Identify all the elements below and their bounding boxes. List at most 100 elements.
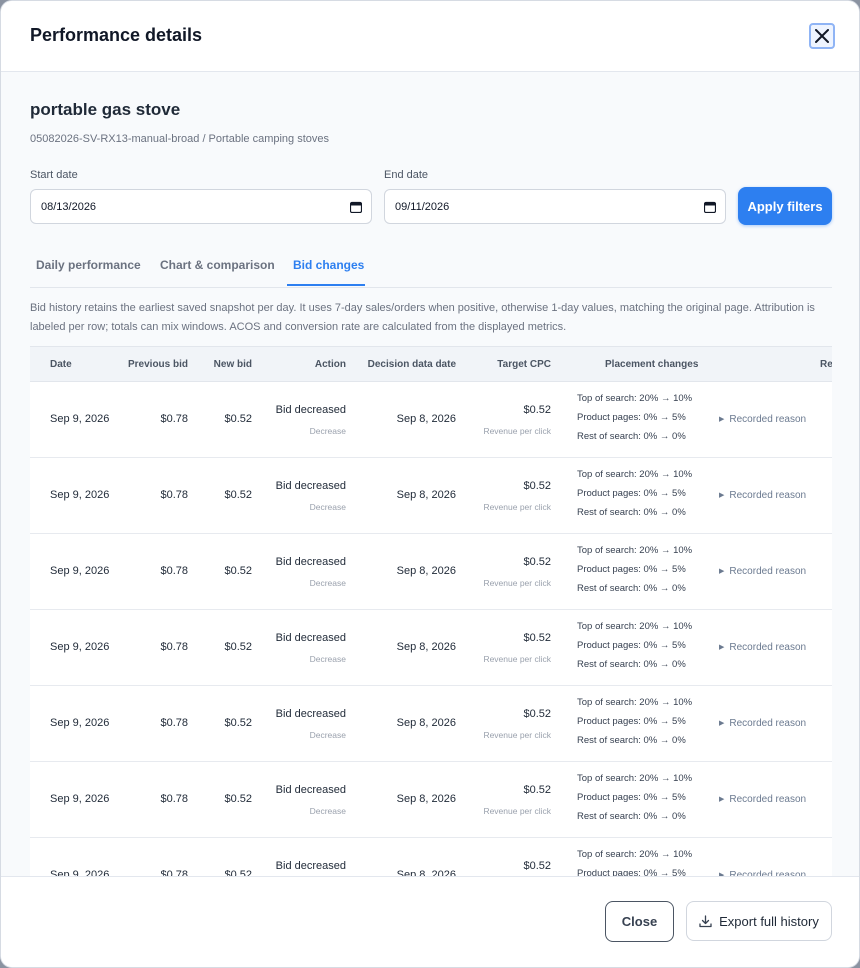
tab-bid-changes[interactable]: Bid changes — [293, 258, 364, 272]
row-action: Bid decreased — [275, 708, 346, 720]
row-cpc-basis: Revenue per click — [483, 730, 551, 740]
placement-rest-of-search: Rest of search: 0% → 0% — [577, 659, 686, 670]
row-date: Sep 9, 2026 — [50, 413, 110, 425]
table-row: Sep 9, 2026 $0.78 $0.52 Bid decreased Decrea… — [30, 458, 832, 534]
row-decision-date: Sep 8, 2026 — [396, 717, 456, 729]
row-date: Sep 9, 2026 — [50, 717, 110, 729]
column-header-action: Action — [314, 359, 346, 370]
row-new-bid: $0.52 — [224, 869, 252, 876]
placement-top-of-search: Top of search: 20% → 10% — [577, 469, 693, 480]
recorded-reason-toggle[interactable]: ▶ Recorded reason — [719, 718, 806, 729]
row-decision-date: Sep 8, 2026 — [396, 641, 456, 653]
expand-triangle-icon: ▶ — [719, 796, 725, 803]
column-header-decision-date: Decision data date — [367, 359, 456, 370]
product-subtitle: 05082026-SV-RX13-manual-broad / Portable… — [30, 133, 330, 145]
row-action-type: Decrease — [309, 654, 346, 664]
close-button[interactable]: Close — [605, 901, 674, 942]
placement-product-pages: Product pages: 0% → 5% — [577, 412, 686, 423]
row-decision-date: Sep 8, 2026 — [396, 489, 456, 501]
placement-product-pages: Product pages: 0% → 5% — [577, 792, 686, 803]
recorded-reason-toggle[interactable]: ▶ Recorded reason — [719, 794, 806, 805]
row-date: Sep 9, 2026 — [50, 793, 110, 805]
calendar-icon[interactable] — [350, 201, 362, 213]
close-icon-button[interactable] — [809, 23, 835, 49]
tab-chart-comparison[interactable]: Chart & comparison — [160, 258, 275, 272]
column-header-placement-changes: Placement changes — [605, 359, 699, 370]
row-previous-bid: $0.78 — [160, 413, 188, 425]
placement-rest-of-search: Rest of search: 0% → 0% — [577, 735, 686, 746]
placement-product-pages: Product pages: 0% → 5% — [577, 488, 686, 499]
column-header-reason: Re — [820, 359, 832, 370]
row-action: Bid decreased — [275, 632, 346, 644]
recorded-reason-label: Recorded reason — [729, 414, 807, 425]
recorded-reason-label: Recorded reason — [729, 566, 807, 577]
row-decision-date: Sep 8, 2026 — [396, 565, 456, 577]
expand-triangle-icon: ▶ — [719, 644, 725, 651]
placement-product-pages: Product pages: 0% → 5% — [577, 564, 686, 575]
column-header-date: Date — [50, 359, 72, 370]
row-cpc-basis: Revenue per click — [483, 654, 551, 664]
placement-rest-of-search: Rest of search: 0% → 0% — [577, 583, 686, 594]
placement-product-pages: Product pages: 0% → 5% — [577, 716, 686, 727]
export-full-history-button[interactable]: Export full history — [686, 901, 832, 941]
row-target-cpc: $0.52 — [523, 632, 551, 644]
row-action: Bid decreased — [275, 556, 346, 568]
row-target-cpc: $0.52 — [523, 480, 551, 492]
placement-rest-of-search: Rest of search: 0% → 0% — [577, 811, 686, 822]
row-new-bid: $0.52 — [224, 489, 252, 501]
recorded-reason-label: Recorded reason — [729, 794, 807, 805]
end-date-input[interactable]: 09/11/2026 — [384, 189, 726, 224]
export-label: Export full history — [719, 913, 819, 929]
table-header: Date Previous bid New bid Action Decisio… — [30, 346, 832, 382]
row-previous-bid: $0.78 — [160, 717, 188, 729]
row-decision-date: Sep 8, 2026 — [396, 869, 456, 876]
expand-triangle-icon: ▶ — [719, 568, 725, 575]
row-action-type: Decrease — [309, 806, 346, 816]
row-new-bid: $0.52 — [224, 565, 252, 577]
row-target-cpc: $0.52 — [523, 404, 551, 416]
start-date-input[interactable]: 08/13/2026 — [30, 189, 372, 224]
row-cpc-basis: Revenue per click — [483, 806, 551, 816]
start-date-value: 08/13/2026 — [41, 201, 97, 213]
column-header-new-bid: New bid — [213, 359, 252, 370]
tab-daily-performance[interactable]: Daily performance — [36, 258, 141, 272]
recorded-reason-toggle[interactable]: ▶ Recorded reason — [719, 642, 806, 653]
row-date: Sep 9, 2026 — [50, 565, 110, 577]
recorded-reason-label: Recorded reason — [729, 490, 807, 501]
row-new-bid: $0.52 — [224, 413, 252, 425]
end-date-value: 09/11/2026 — [395, 201, 450, 213]
row-new-bid: $0.52 — [224, 717, 252, 729]
recorded-reason-label: Recorded reason — [729, 642, 807, 653]
dialog-footer: Close Export full history — [1, 876, 859, 967]
recorded-reason-toggle[interactable]: ▶ Recorded reason — [719, 414, 806, 425]
row-decision-date: Sep 8, 2026 — [396, 413, 456, 425]
placement-product-pages: Product pages: 0% → 5% — [577, 868, 686, 876]
placement-top-of-search: Top of search: 20% → 10% — [577, 393, 693, 404]
row-date: Sep 9, 2026 — [50, 489, 110, 501]
close-icon — [815, 29, 829, 43]
placement-rest-of-search: Rest of search: 0% → 0% — [577, 507, 686, 518]
row-action-type: Decrease — [309, 730, 346, 740]
table-row: Sep 9, 2026 $0.78 $0.52 Bid decreased Decrea… — [30, 610, 832, 686]
row-previous-bid: $0.78 — [160, 565, 188, 577]
recorded-reason-toggle[interactable]: ▶ Recorded reason — [719, 566, 806, 577]
row-action: Bid decreased — [275, 404, 346, 416]
expand-triangle-icon: ▶ — [719, 720, 725, 727]
row-action: Bid decreased — [275, 784, 346, 796]
row-action: Bid decreased — [275, 480, 346, 492]
expand-triangle-icon: ▶ — [719, 416, 725, 423]
placement-top-of-search: Top of search: 20% → 10% — [577, 849, 693, 860]
apply-filters-button[interactable]: Apply filters — [738, 187, 832, 225]
bid-changes-table: Date Previous bid New bid Action Decisio… — [30, 346, 832, 876]
expand-triangle-icon: ▶ — [719, 492, 725, 499]
placement-rest-of-search: Rest of search: 0% → 0% — [577, 431, 686, 442]
row-date: Sep 9, 2026 — [50, 641, 110, 653]
row-previous-bid: $0.78 — [160, 869, 188, 876]
calendar-icon[interactable] — [704, 201, 716, 213]
placement-product-pages: Product pages: 0% → 5% — [577, 640, 686, 651]
row-cpc-basis: Revenue per click — [483, 578, 551, 588]
recorded-reason-toggle[interactable]: ▶ Recorded reason — [719, 490, 806, 501]
row-target-cpc: $0.52 — [523, 784, 551, 796]
dialog-body: portable gas stove 05082026-SV-RX13-manu… — [1, 72, 859, 876]
column-header-previous-bid: Previous bid — [127, 359, 188, 370]
